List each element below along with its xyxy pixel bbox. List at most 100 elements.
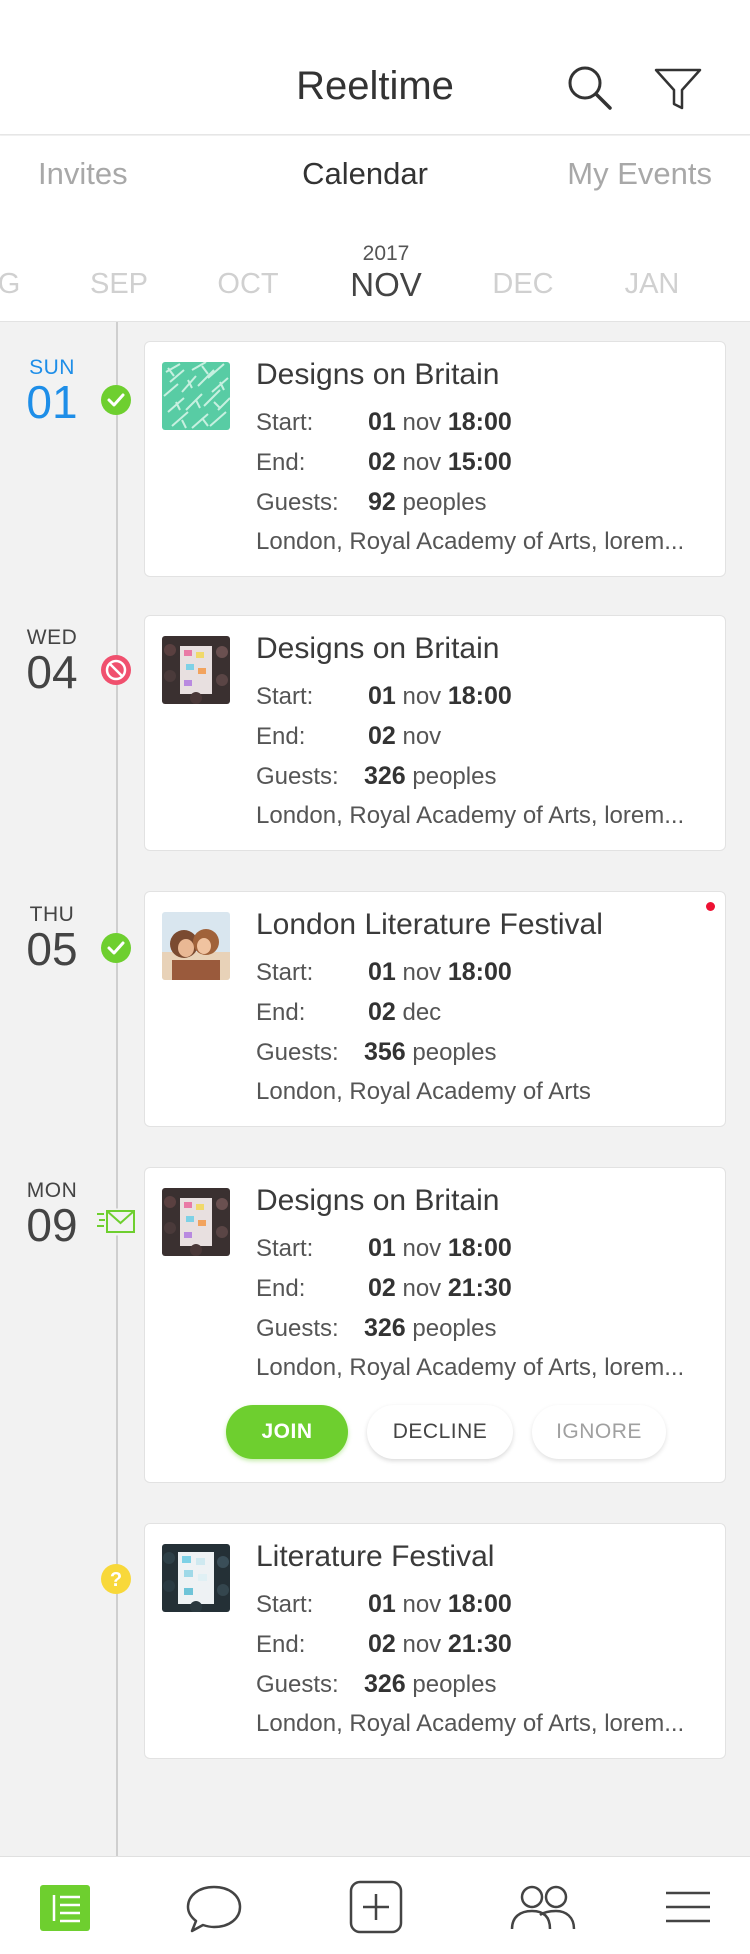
guests-row: Guests: 326 peoples xyxy=(256,1670,496,1699)
guests-label: Guests: xyxy=(256,1671,339,1698)
event-title: Literature Festival xyxy=(256,1540,495,1573)
end-row: End: 02 nov 21:30 xyxy=(256,1274,512,1303)
start-time: 18:00 xyxy=(447,408,512,436)
guests-row: Guests: 92 peoples xyxy=(256,488,487,517)
selected-year: 2017 xyxy=(362,242,410,265)
event-address: London, Royal Academy of Arts, lorem... xyxy=(256,1710,685,1737)
start-time: 18:00 xyxy=(447,1234,512,1262)
start-row: Start: 01 nov 18:00 xyxy=(256,408,512,437)
end-month: nov xyxy=(402,1631,442,1658)
guests-count: 326 xyxy=(364,1670,406,1698)
end-label: End: xyxy=(256,999,306,1026)
tab-my-events[interactable]: My Events xyxy=(567,156,712,192)
end-time: 21:30 xyxy=(447,1630,512,1658)
start-row: Start: 01 nov 18:00 xyxy=(256,682,512,711)
start-month: nov xyxy=(402,683,442,710)
couple-photo-thumbnail xyxy=(162,912,230,980)
people-icon[interactable] xyxy=(510,1879,576,1935)
end-month: nov xyxy=(402,449,442,476)
month-item[interactable]: SEP xyxy=(64,268,174,301)
event-card[interactable]: Designs on Britain Start: 01 nov 18:00 En… xyxy=(144,1167,726,1483)
event-address: London, Royal Academy of Arts xyxy=(256,1078,591,1105)
bottom-nav xyxy=(0,1856,750,1954)
month-item[interactable]: OCT xyxy=(193,268,303,301)
start-month: nov xyxy=(402,1591,442,1618)
filter-icon[interactable] xyxy=(652,62,704,114)
start-day: 01 xyxy=(368,1234,396,1262)
day-label: MON 09 xyxy=(14,1179,90,1251)
end-time: 15:00 xyxy=(447,448,512,476)
month-item[interactable]: DEC xyxy=(468,268,578,301)
end-day: 02 xyxy=(368,448,396,476)
day-number: 09 xyxy=(26,1199,78,1251)
start-label: Start: xyxy=(256,1591,314,1618)
event-card[interactable]: Designs on Britain Start: 01 nov 18:00 En… xyxy=(144,615,726,851)
end-day: 02 xyxy=(368,1630,396,1658)
pattern-thumbnail xyxy=(162,362,230,430)
month-item[interactable]: G xyxy=(0,268,64,301)
guests-row: Guests: 356 peoples xyxy=(256,1038,496,1067)
guests-unit: peoples xyxy=(412,1671,497,1698)
day-number: 05 xyxy=(26,923,78,975)
calendar-list-icon[interactable] xyxy=(38,1879,94,1935)
event-card[interactable]: Designs on Britain Start: 01 nov 18:00 En… xyxy=(144,341,726,577)
month-item-selected[interactable]: NOV xyxy=(331,266,441,304)
guests-unit: peoples xyxy=(412,763,497,790)
guests-unit: peoples xyxy=(412,1315,497,1342)
day-label: WED 04 xyxy=(14,626,90,698)
month-selector[interactable]: 2017 G SEP OCT NOV DEC JAN xyxy=(0,214,750,322)
decline-button[interactable]: DECLINE xyxy=(367,1405,513,1459)
guests-label: Guests: xyxy=(256,1315,339,1342)
invite-envelope-icon xyxy=(96,1208,136,1236)
end-row: End: 02 nov xyxy=(256,722,441,751)
start-row: Start: 01 nov 18:00 xyxy=(256,958,512,987)
guests-row: Guests: 326 peoples xyxy=(256,1314,496,1343)
start-label: Start: xyxy=(256,683,314,710)
guests-label: Guests: xyxy=(256,1039,339,1066)
start-month: nov xyxy=(402,959,442,986)
accepted-check-icon xyxy=(100,384,132,416)
accepted-check-icon xyxy=(100,932,132,964)
event-card[interactable]: Literature Festival Start: 01 nov 18:00 E… xyxy=(144,1523,726,1759)
unread-indicator xyxy=(706,902,715,911)
event-address: London, Royal Academy of Arts, lorem... xyxy=(256,1354,685,1381)
start-month: nov xyxy=(402,1235,442,1262)
event-title: Designs on Britain xyxy=(256,358,500,391)
event-card[interactable]: London Literature Festival Start: 01 nov … xyxy=(144,891,726,1127)
day-label: SUN 01 xyxy=(14,356,90,428)
guests-count: 92 xyxy=(368,488,396,516)
start-day: 01 xyxy=(368,1590,396,1618)
guests-count: 356 xyxy=(364,1038,406,1066)
menu-icon[interactable] xyxy=(664,1879,712,1935)
end-label: End: xyxy=(256,1631,306,1658)
add-square-icon[interactable] xyxy=(348,1879,404,1935)
day-number: 04 xyxy=(26,646,78,698)
month-item[interactable]: JAN xyxy=(597,268,707,301)
start-time: 18:00 xyxy=(447,682,512,710)
start-time: 18:00 xyxy=(447,1590,512,1618)
guests-row: Guests: 326 peoples xyxy=(256,762,496,791)
end-month: nov xyxy=(402,1275,442,1302)
end-label: End: xyxy=(256,723,306,750)
guests-unit: peoples xyxy=(402,489,487,516)
ignore-button[interactable]: IGNORE xyxy=(532,1405,666,1459)
day-number: 01 xyxy=(26,376,78,428)
chat-bubble-icon[interactable] xyxy=(186,1879,242,1935)
end-row: End: 02 dec xyxy=(256,998,441,1027)
start-row: Start: 01 nov 18:00 xyxy=(256,1590,512,1619)
svg-text:?: ? xyxy=(110,1569,122,1591)
start-day: 01 xyxy=(368,408,396,436)
end-day: 02 xyxy=(368,722,396,750)
join-button[interactable]: JOIN xyxy=(226,1405,348,1459)
crowd-photo-thumbnail xyxy=(162,1188,230,1256)
guests-label: Guests: xyxy=(256,489,339,516)
end-row: End: 02 nov 21:30 xyxy=(256,1630,512,1659)
guests-unit: peoples xyxy=(412,1039,497,1066)
tab-bar: Invites Calendar My Events xyxy=(0,136,750,214)
guests-count: 326 xyxy=(364,762,406,790)
start-month: nov xyxy=(402,409,442,436)
end-time: 21:30 xyxy=(447,1274,512,1302)
end-day: 02 xyxy=(368,998,396,1026)
event-address: London, Royal Academy of Arts, lorem... xyxy=(256,802,685,829)
search-icon[interactable] xyxy=(564,62,616,114)
